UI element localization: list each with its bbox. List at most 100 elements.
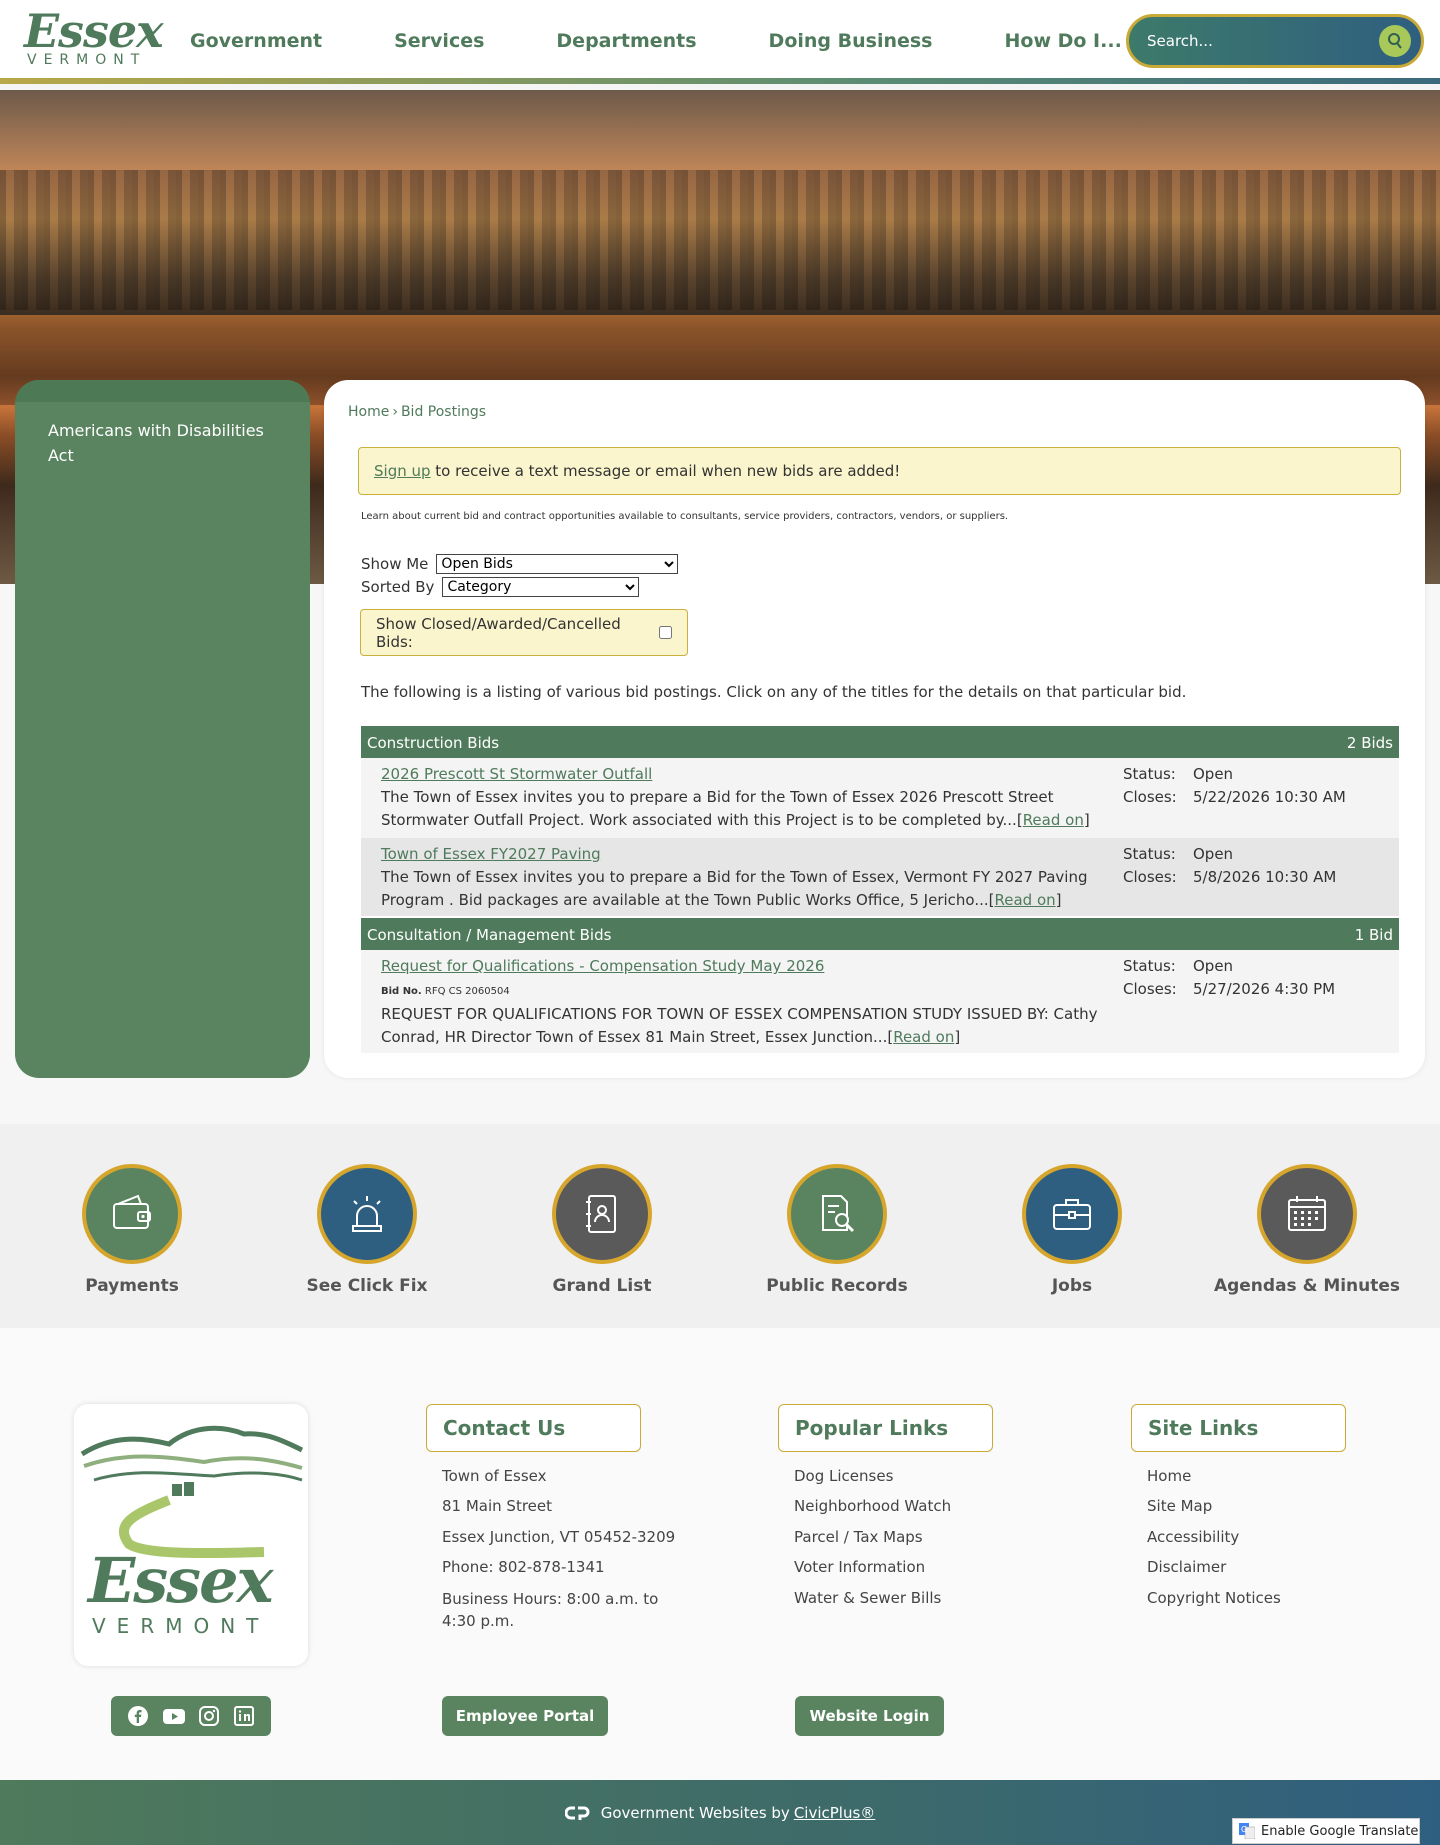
search-bar xyxy=(1126,14,1424,68)
popular-link[interactable]: Water & Sewer Bills xyxy=(794,1588,1038,1608)
google-translate-label: Enable Google Translate xyxy=(1261,1823,1419,1839)
read-on-link[interactable]: Read on xyxy=(893,1028,954,1046)
show-me-label: Show Me xyxy=(361,555,429,573)
status-value: Open xyxy=(1193,845,1234,863)
quick-link-payments[interactable]: Payments xyxy=(22,1164,242,1296)
siren-icon xyxy=(352,1196,382,1232)
bid-title-link[interactable]: Town of Essex FY2027 Paving xyxy=(381,845,601,863)
bid-meta: Status: Open Closes: 5/8/2026 10:30 AM xyxy=(1123,843,1336,889)
quick-link-grand-list[interactable]: Grand List xyxy=(492,1164,712,1296)
site-header: Essex VERMONT Government Services Depart… xyxy=(0,0,1440,84)
search-icon xyxy=(1388,33,1402,49)
sidebar-item-ada[interactable]: Americans with Disabilities Act xyxy=(48,418,278,468)
footer-popular-links: Popular Links Dog Licenses Neighborhood … xyxy=(778,1404,1038,1608)
wallet-icon xyxy=(113,1194,151,1229)
quick-link-label: See Click Fix xyxy=(306,1276,428,1296)
popular-links-heading: Popular Links xyxy=(778,1404,993,1452)
popular-link[interactable]: Neighborhood Watch xyxy=(794,1496,1038,1516)
bid-row: Request for Qualifications - Compensatio… xyxy=(361,950,1399,1053)
status-label: Status: xyxy=(1123,765,1176,783)
search-button[interactable] xyxy=(1379,25,1411,57)
read-on-link[interactable]: Read on xyxy=(1023,811,1084,829)
bid-row: 2026 Prescott St Stormwater Outfall The … xyxy=(361,758,1399,838)
show-closed-checkbox[interactable] xyxy=(659,626,672,639)
breadcrumb-home[interactable]: Home xyxy=(348,404,389,420)
contact-heading: Contact Us xyxy=(426,1404,641,1452)
hero-treeline xyxy=(0,170,1440,310)
closes-value: 5/27/2026 4:30 PM xyxy=(1193,980,1336,998)
breadcrumb-current[interactable]: Bid Postings xyxy=(401,404,486,420)
site-footer: Essex VERMONT Contact Us Town of Essex 8… xyxy=(0,1328,1440,1780)
quick-link-label: Public Records xyxy=(766,1276,908,1296)
nav-departments[interactable]: Departments xyxy=(556,30,696,52)
quick-links-bar: Payments See Click Fix Grand List Public… xyxy=(0,1124,1440,1328)
signup-link[interactable]: Sign up xyxy=(374,462,431,480)
bid-info: Town of Essex FY2027 Paving The Town of … xyxy=(381,845,1088,909)
category-name: Consultation / Management Bids xyxy=(367,926,612,944)
civicplus-link[interactable]: CivicPlus® xyxy=(794,1804,875,1822)
popular-link[interactable]: Dog Licenses xyxy=(794,1466,1038,1486)
contact-line: Town of Essex xyxy=(442,1467,547,1485)
nav-services[interactable]: Services xyxy=(394,30,484,52)
show-me-select[interactable]: Open Bids xyxy=(436,554,679,574)
popular-link[interactable]: Voter Information xyxy=(794,1557,1038,1577)
google-translate-icon: G xyxy=(1239,1823,1255,1839)
see-click-fix-circle xyxy=(317,1164,417,1264)
listing-description: The following is a listing of various bi… xyxy=(361,683,1187,701)
signup-text: to receive a text message or email when … xyxy=(430,462,901,480)
search-input[interactable] xyxy=(1147,32,1379,50)
bid-description: REQUEST FOR QUALIFICATIONS FOR TOWN OF E… xyxy=(381,1005,1098,1046)
calendar-icon xyxy=(1288,1196,1326,1231)
bid-description: The Town of Essex invites you to prepare… xyxy=(381,788,1054,829)
quick-link-public-records[interactable]: Public Records xyxy=(727,1164,947,1296)
bid-description: The Town of Essex invites you to prepare… xyxy=(381,868,1088,909)
site-link[interactable]: Accessibility xyxy=(1147,1527,1391,1547)
site-link[interactable]: Disclaimer xyxy=(1147,1557,1391,1577)
bid-number: Bid No. RFQ CS 2060504 xyxy=(381,986,510,997)
popular-link[interactable]: Parcel / Tax Maps xyxy=(794,1527,1038,1547)
briefcase-icon xyxy=(1053,1199,1091,1230)
bid-title-link[interactable]: 2026 Prescott St Stormwater Outfall xyxy=(381,765,652,783)
bid-info: Request for Qualifications - Compensatio… xyxy=(381,957,1098,1046)
contact-line: Phone: 802-878-1341 xyxy=(442,1558,605,1576)
sorted-by-select[interactable]: Category xyxy=(442,577,640,597)
quick-link-jobs[interactable]: Jobs xyxy=(962,1164,1182,1296)
sorted-by-row: Sorted By Category xyxy=(361,577,640,597)
nav-how-do-i[interactable]: How Do I... xyxy=(1005,30,1122,52)
bid-meta: Status: Open Closes: 5/22/2026 10:30 AM xyxy=(1123,763,1346,809)
footer-site-links: Site Links Home Site Map Accessibility D… xyxy=(1131,1404,1391,1608)
nav-government[interactable]: Government xyxy=(190,30,322,52)
site-link[interactable]: Copyright Notices xyxy=(1147,1588,1391,1608)
nav-doing-business[interactable]: Doing Business xyxy=(769,30,933,52)
employee-portal-button[interactable]: Employee Portal xyxy=(442,1696,608,1736)
main-nav: Government Services Departments Doing Bu… xyxy=(190,0,1122,82)
bid-number-value: RFQ CS 2060504 xyxy=(424,986,510,997)
intro-text: Learn about current bid and contract opp… xyxy=(361,511,1009,522)
sidebar: Americans with Disabilities Act xyxy=(15,380,310,1078)
footer-contact: Contact Us Town of Essex 81 Main Street … xyxy=(426,1404,686,1632)
closes-label: Closes: xyxy=(1123,788,1177,806)
read-on-link[interactable]: Read on xyxy=(994,891,1055,909)
bid-title-link[interactable]: Request for Qualifications - Compensatio… xyxy=(381,957,824,975)
document-search-icon xyxy=(822,1195,855,1233)
main-content: Home › Bid Postings Sign up to receive a t… xyxy=(324,380,1425,1078)
instagram-icon[interactable] xyxy=(198,1705,220,1727)
logo-subtitle: VERMONT xyxy=(27,52,147,68)
facebook-icon[interactable] xyxy=(127,1705,149,1727)
site-logo[interactable]: Essex VERMONT xyxy=(24,8,164,70)
category-name: Construction Bids xyxy=(367,734,500,752)
website-login-button[interactable]: Website Login xyxy=(795,1696,944,1736)
quick-link-agendas-minutes[interactable]: Agendas & Minutes xyxy=(1197,1164,1417,1296)
footer-logo[interactable]: Essex VERMONT xyxy=(74,1404,308,1666)
site-link[interactable]: Site Map xyxy=(1147,1496,1391,1516)
public-records-circle xyxy=(787,1164,887,1264)
show-closed-label: Show Closed/Awarded/Cancelled Bids: xyxy=(376,614,621,651)
google-translate-button[interactable]: G Enable Google Translate xyxy=(1232,1818,1420,1844)
site-link[interactable]: Home xyxy=(1147,1466,1391,1486)
grand-list-circle xyxy=(552,1164,652,1264)
svg-text:G: G xyxy=(1241,1825,1247,1834)
youtube-icon[interactable] xyxy=(162,1705,186,1727)
linkedin-icon[interactable] xyxy=(233,1705,255,1727)
quick-link-see-click-fix[interactable]: See Click Fix xyxy=(257,1164,477,1296)
bid-info: 2026 Prescott St Stormwater Outfall The … xyxy=(381,765,1090,829)
